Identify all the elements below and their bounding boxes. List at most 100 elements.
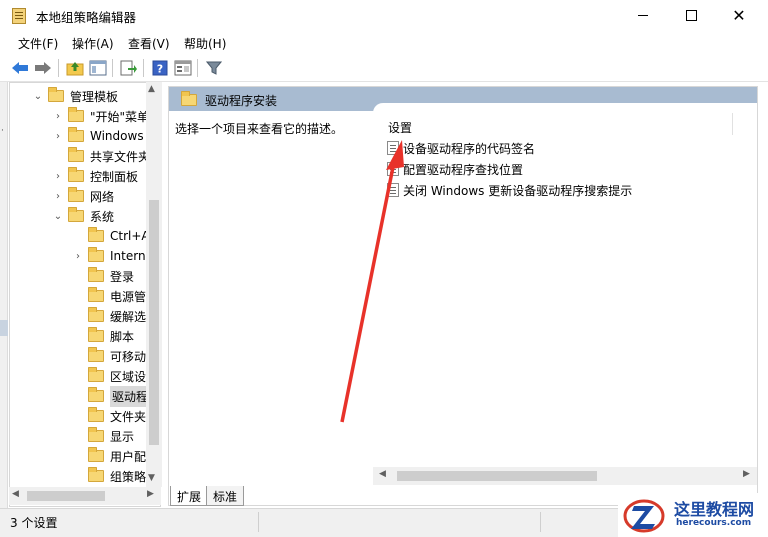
forward-arrow-icon[interactable] <box>33 58 53 78</box>
folder-icon <box>88 307 104 322</box>
tree-item-control-panel[interactable]: › 控制面板 <box>52 166 138 186</box>
maximize-button[interactable] <box>668 0 714 30</box>
help-icon[interactable]: ? <box>150 58 170 78</box>
tree-horizontal-scrollbar[interactable]: ◀ ▶ <box>9 487 161 505</box>
menu-bar: 文件(F) 操作(A) 查看(V) 帮助(H) <box>0 30 768 54</box>
edge-selection-marker <box>0 320 8 336</box>
tree-item-ctrl-alt-del[interactable]: Ctrl+A <box>72 226 150 246</box>
scroll-right-icon[interactable]: ▶ <box>743 469 750 479</box>
chevron-down-icon[interactable]: ⌄ <box>32 91 44 102</box>
tree-item-admin-templates[interactable]: ⌄ 管理模板 <box>32 86 118 106</box>
minimize-button[interactable] <box>620 0 666 30</box>
group-policy-app-icon <box>12 8 26 24</box>
tab-standard[interactable]: 标准 <box>206 486 245 506</box>
setting-row-windows-update-prompt[interactable]: 关闭 Windows 更新设备驱动程序搜索提示 <box>387 181 632 199</box>
status-separator <box>540 512 541 532</box>
tree-item-folder-redirection[interactable]: 文件夹 <box>72 406 146 426</box>
folder-icon <box>68 207 84 222</box>
menu-help[interactable]: 帮助(H) <box>184 35 226 52</box>
tree-item-group-policy[interactable]: 组策略 <box>72 466 146 486</box>
folder-icon <box>88 247 104 262</box>
setting-row-driver-search-location[interactable]: 配置驱动程序查找位置 <box>387 160 523 178</box>
tree-item-driver-installation[interactable]: 驱动程 <box>72 385 151 407</box>
scroll-right-icon[interactable]: ▶ <box>147 489 154 499</box>
tree-item-user-profiles[interactable]: 用户配 <box>72 446 146 466</box>
menu-action[interactable]: 操作(A) <box>72 35 114 52</box>
tree-item-start-menu[interactable]: › "开始"菜单 <box>52 106 149 126</box>
chevron-right-icon[interactable]: › <box>52 171 64 182</box>
scroll-thumb[interactable] <box>397 471 597 481</box>
folder-icon <box>68 127 84 142</box>
folder-icon <box>88 407 104 422</box>
tree-item-shared-folders[interactable]: 共享文件夹 <box>52 146 150 166</box>
show-hide-tree-icon[interactable] <box>88 58 108 78</box>
status-count: 3 个设置 <box>10 516 58 530</box>
description-text: 选择一个项目来查看它的描述。 <box>175 122 344 136</box>
tree-item-removable[interactable]: 可移动 <box>72 346 146 366</box>
folder-icon <box>88 267 104 282</box>
toolbar-separator <box>143 59 144 77</box>
tree-item-locale[interactable]: 区域设 <box>72 366 146 386</box>
chevron-down-icon[interactable]: ⌄ <box>52 211 64 222</box>
tree-item-label: 显示 <box>110 429 135 444</box>
tree-item-label: 电源管 <box>110 289 147 304</box>
tree-item-label: 用户配 <box>110 449 147 464</box>
toolbar-separator <box>112 59 113 77</box>
properties-view-icon[interactable] <box>173 58 193 78</box>
setting-label: 配置驱动程序查找位置 <box>403 162 524 177</box>
tree-item-system[interactable]: ⌄ 系统 <box>52 206 114 226</box>
column-header-setting[interactable]: 设置 <box>388 119 412 136</box>
tree-item-label: 系统 <box>90 209 115 224</box>
setting-row-driver-code-signing[interactable]: 设备驱动程序的代码签名 <box>387 139 535 157</box>
details-horizontal-scrollbar[interactable]: ◀ ▶ <box>373 467 757 485</box>
up-folder-icon[interactable] <box>65 58 85 78</box>
filter-icon[interactable] <box>204 58 224 78</box>
close-button[interactable]: ✕ <box>716 0 762 30</box>
menu-view[interactable]: 查看(V) <box>128 35 170 52</box>
chevron-right-icon[interactable]: › <box>52 191 64 202</box>
chevron-right-icon[interactable]: › <box>72 251 84 262</box>
details-header-title: 驱动程序安装 <box>205 94 278 108</box>
tree-vertical-scrollbar[interactable]: ▲ ▼ <box>146 82 162 487</box>
folder-icon <box>88 387 104 402</box>
tree-item-windows[interactable]: › Windows <box>52 126 144 146</box>
tree-item-label: 驱动程 <box>110 385 151 407</box>
column-separator[interactable] <box>732 113 733 135</box>
folder-icon <box>68 187 84 202</box>
scroll-left-icon[interactable]: ◀ <box>12 489 19 499</box>
tab-extended[interactable]: 扩展 <box>170 486 209 506</box>
scroll-thumb[interactable] <box>27 491 105 501</box>
settings-list-panel: 设置 设备驱动程序的代码签名 配置驱动程序查找位置 关闭 Windows 更新设… <box>373 103 757 465</box>
toolbar: ? <box>0 54 768 82</box>
chevron-right-icon[interactable]: › <box>52 131 64 142</box>
back-arrow-icon[interactable] <box>10 58 30 78</box>
tree-item-scripts[interactable]: 脚本 <box>72 326 134 346</box>
watermark-logo-icon <box>623 499 665 533</box>
scroll-thumb[interactable] <box>149 200 159 445</box>
tree-item-label: 共享文件夹 <box>90 149 151 164</box>
folder-icon <box>88 227 104 242</box>
toolbar-separator <box>197 59 198 77</box>
scroll-left-icon[interactable]: ◀ <box>379 469 386 479</box>
tree-item-logon[interactable]: 登录 <box>72 266 134 286</box>
chevron-right-icon[interactable]: › <box>52 111 64 122</box>
tree-item-display[interactable]: 显示 <box>72 426 134 446</box>
toolbar-separator <box>58 59 59 77</box>
folder-icon <box>48 87 64 102</box>
menu-file[interactable]: 文件(F) <box>18 35 58 52</box>
scroll-up-icon[interactable]: ▲ <box>148 84 155 94</box>
setting-label: 设备驱动程序的代码签名 <box>403 141 536 156</box>
tree-item-network[interactable]: › 网络 <box>52 186 114 206</box>
export-list-icon[interactable] <box>119 58 139 78</box>
tree-item-label: 组策略 <box>110 469 147 484</box>
folder-icon <box>88 467 104 482</box>
tree-item-label: 网络 <box>90 189 115 204</box>
folder-icon <box>181 91 197 106</box>
scroll-down-icon[interactable]: ▼ <box>148 473 155 483</box>
tree-item-internet[interactable]: › Intern <box>72 246 146 266</box>
tree-item-mitigation[interactable]: 缓解选 <box>72 306 146 326</box>
tree-item-label: "开始"菜单 <box>90 109 150 124</box>
tree-item-power[interactable]: 电源管 <box>72 286 146 306</box>
folder-icon <box>88 447 104 462</box>
left-edge-panel: · <box>0 82 8 512</box>
